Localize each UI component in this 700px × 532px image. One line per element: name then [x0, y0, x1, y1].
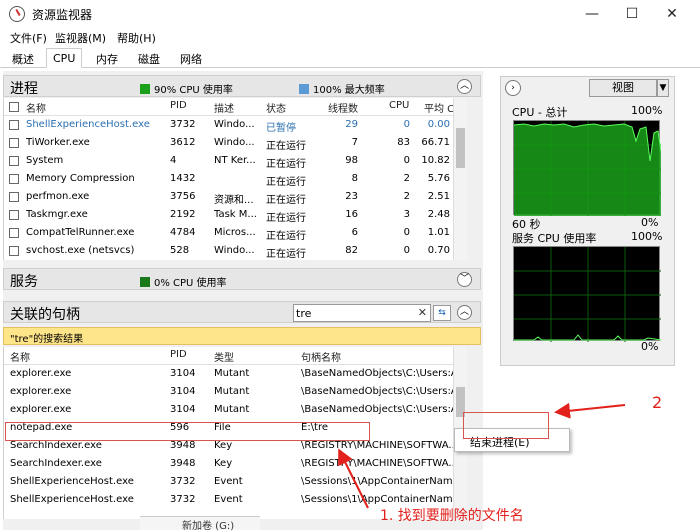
arrow-to-notepad: [338, 448, 369, 509]
arrow-to-end-process: [554, 402, 626, 419]
annotation-step-1: 1. 找到要删除的文件名: [380, 508, 524, 524]
annotation-step-2: 2: [652, 393, 663, 412]
annotation-arrows: [338, 402, 626, 509]
